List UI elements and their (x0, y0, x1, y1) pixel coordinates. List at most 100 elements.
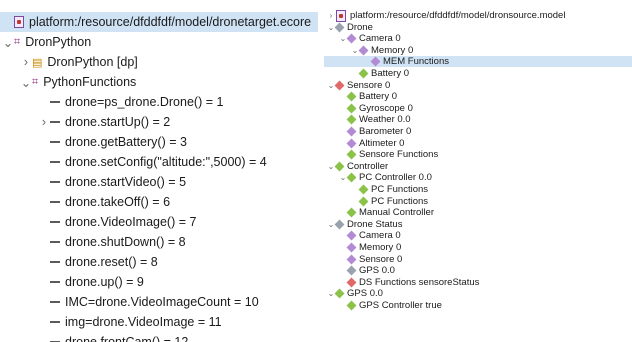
operation-icon (50, 321, 60, 323)
tree-row[interactable]: Altimeter 0 (324, 138, 632, 149)
tree-row-label: GPS Controller true (359, 300, 442, 311)
tree-row-label: drone.up() = 9 (65, 275, 144, 289)
tree-row[interactable]: IMC=drone.VideoImageCount = 10 (0, 292, 318, 312)
tree-row[interactable]: Camera 0 (324, 230, 632, 241)
tree-row[interactable]: ⌄ ⌗ DronPython (0, 32, 318, 52)
tree-row[interactable]: ⌄ Sensore 0 (324, 80, 632, 91)
tree-row[interactable]: MEM Functions (324, 56, 632, 68)
diamond-purple-icon (358, 45, 369, 56)
tree-row[interactable]: › ▤ DronPython [dp] (0, 52, 318, 72)
tree-row-label: PC Controller 0.0 (359, 172, 432, 184)
tree-row-label: drone.getBattery() = 3 (65, 135, 187, 149)
tree-row-label: Manual Controller (359, 207, 434, 219)
tree-row[interactable]: Sensore 0 (324, 254, 632, 265)
diamond-purple-icon (346, 242, 357, 253)
tree-row-label: Sensore 0 (347, 79, 391, 91)
tree-row[interactable]: Sensore Functions (324, 149, 632, 160)
tree-row-label: GPS 0.0 (359, 265, 395, 277)
tree-row[interactable]: drone.frontCam() = 12 (0, 332, 318, 342)
tree-row-label: Sensore 0 (359, 253, 403, 265)
tree-row-label: Camera 0 (359, 33, 401, 45)
tree-row[interactable]: drone.up() = 9 (0, 272, 318, 292)
tree-row-label: IMC=drone.VideoImageCount = 10 (65, 295, 259, 309)
tree-row[interactable]: DS Functions sensoreStatus (324, 277, 632, 288)
collapse-chevron-icon[interactable]: › (20, 55, 32, 69)
tree-row-label: drone=ps_drone.Drone() = 1 (65, 95, 224, 109)
tree-row[interactable]: PC Functions (324, 184, 632, 195)
diamond-green-icon (346, 300, 357, 311)
tree-row[interactable]: img=drone.VideoImage = 11 (0, 312, 318, 332)
diamond-green-icon (346, 207, 357, 218)
diamond-red-icon (334, 80, 345, 91)
tree-row[interactable]: drone.getBattery() = 3 (0, 132, 318, 152)
tree-row-label: drone.reset() = 8 (65, 255, 158, 269)
diamond-green-icon (334, 161, 345, 172)
tree-row[interactable]: ⌄ Drone Status (324, 219, 632, 230)
expand-chevron-icon[interactable]: ⌄ (20, 75, 32, 90)
tree-row[interactable]: drone.reset() = 8 (0, 252, 318, 272)
tree-row-label: MEM Functions (383, 56, 449, 68)
tree-row[interactable]: drone.VideoImage() = 7 (0, 212, 318, 232)
dronsource-tree[interactable]: › platform:/resource/dfddfdf/model/dronso… (324, 0, 632, 342)
tree-row[interactable]: ⌄ Drone (324, 22, 632, 33)
tree-row[interactable]: Manual Controller (324, 207, 632, 218)
tree-row-label: DronPython [dp] (47, 55, 138, 69)
tree-row[interactable]: ⌄ Memory 0 (324, 45, 632, 56)
diamond-purple-icon (346, 230, 357, 241)
tree-row-label: Weather 0.0 (359, 114, 411, 126)
tree-row[interactable]: drone.startVideo() = 5 (0, 172, 318, 192)
tree-row[interactable]: ⌄ Controller (324, 161, 632, 172)
tree-row[interactable]: ⌄ GPS 0.0 (324, 288, 632, 299)
tree-row[interactable]: Battery 0 (324, 68, 632, 79)
tree-row[interactable]: PC Functions (324, 196, 632, 207)
tree-row-label: img=drone.VideoImage = 11 (65, 315, 222, 329)
tree-row[interactable]: › platform:/resource/dfddfdf/model/dronso… (324, 9, 632, 22)
dronetarget-tree[interactable]: platform:/resource/dfddfdf/model/droneta… (0, 0, 318, 342)
tree-row[interactable]: ⌄ PC Controller 0.0 (324, 172, 632, 183)
doc-icon (336, 9, 346, 22)
diamond-purple-icon (346, 33, 357, 44)
operation-icon (50, 241, 60, 243)
tree-row-label: platform:/resource/dfddfdf/model/dronsou… (350, 10, 566, 21)
operation-icon (50, 121, 60, 123)
tree-row[interactable]: Battery 0 (324, 91, 632, 102)
tree-row[interactable]: GPS Controller true (324, 300, 632, 311)
diamond-purple-icon (346, 126, 357, 137)
expand-chevron-icon[interactable]: ⌄ (2, 35, 14, 50)
diamond-green-icon (358, 68, 369, 79)
tree-row-label: Drone Status (347, 218, 403, 230)
tree-row[interactable]: Weather 0.0 (324, 114, 632, 125)
tree-row[interactable]: drone.shutDown() = 8 (0, 232, 318, 252)
operation-icon (50, 281, 60, 283)
operation-icon (50, 141, 60, 143)
tree-row[interactable]: drone=ps_drone.Drone() = 1 (0, 92, 318, 112)
tree-row-label: Memory 0 (371, 44, 414, 56)
tree-row[interactable]: drone.takeOff() = 6 (0, 192, 318, 212)
tree-row-label: DS Functions sensoreStatus (359, 276, 480, 288)
tree-row[interactable]: ⌄ Camera 0 (324, 33, 632, 44)
tree-row[interactable]: GPS 0.0 (324, 265, 632, 276)
diamond-green-icon (346, 172, 357, 183)
tree-row-label: drone.startUp() = 2 (65, 115, 171, 129)
diamond-green-icon (358, 184, 369, 195)
operation-icon (50, 181, 60, 183)
tree-row[interactable]: ⌄ ⌗ PythonFunctions (0, 72, 318, 92)
diamond-gray-icon (346, 265, 357, 276)
tree-row[interactable]: drone.setConfig("altitude:",5000) = 4 (0, 152, 318, 172)
package-icon: ⌗ (32, 75, 39, 88)
tree-row[interactable]: › drone.startUp() = 2 (0, 112, 318, 132)
diamond-green-icon (346, 91, 357, 102)
tree-row[interactable]: Memory 0 (324, 242, 632, 253)
diamond-red-icon (346, 277, 357, 288)
diamond-green-icon (346, 103, 357, 114)
tree-row-label: GPS 0.0 (347, 288, 383, 300)
tree-row[interactable]: Barometer 0 (324, 126, 632, 137)
collapse-chevron-icon[interactable]: › (326, 11, 336, 20)
tree-row[interactable]: Gyroscope 0 (324, 103, 632, 114)
tree-row[interactable]: platform:/resource/dfddfdf/model/droneta… (0, 12, 318, 32)
tree-row-label: drone.shutDown() = 8 (65, 235, 186, 249)
collapse-chevron-icon[interactable]: › (38, 115, 50, 129)
operation-icon (50, 161, 60, 163)
tree-row-label: PC Functions (371, 195, 429, 207)
operation-icon (50, 261, 60, 263)
